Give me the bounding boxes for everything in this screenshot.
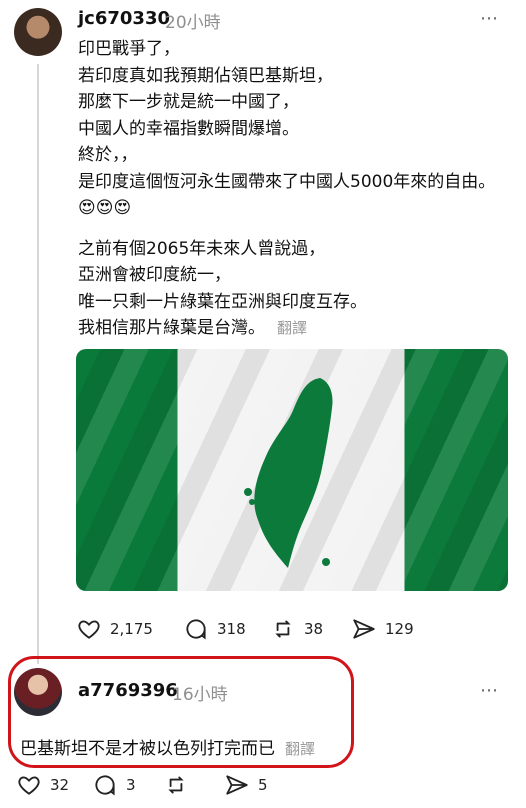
reply-time: 16小時: [172, 685, 228, 705]
post-translate-link[interactable]: 翻譯: [277, 319, 307, 337]
reply-share-button[interactable]: 5: [224, 772, 268, 798]
post-share-count: 129: [385, 620, 414, 638]
post-repost-button[interactable]: 38: [270, 616, 323, 642]
share-icon: [226, 775, 248, 795]
reply-more-icon[interactable]: ⋯: [480, 680, 499, 701]
post-body: 印巴戰爭了， 若印度真如我預期佔領巴基斯坦， 那麼下一步就是統一中國了， 中國人…: [78, 36, 508, 342]
thread-line: [37, 64, 39, 664]
heart-icon: [78, 620, 100, 639]
post-like-button[interactable]: 2,175: [76, 616, 153, 642]
share-icon: [353, 619, 375, 639]
reply-share-count: 5: [258, 776, 268, 794]
post-username[interactable]: jc670330: [78, 8, 170, 29]
comment-icon: [95, 775, 115, 796]
reply-avatar[interactable]: [14, 668, 62, 716]
comment-icon: [186, 619, 206, 640]
reply-comment-button[interactable]: 3: [92, 772, 136, 798]
post-avatar[interactable]: [14, 8, 62, 56]
post-share-button[interactable]: 129: [351, 616, 414, 642]
reply-username[interactable]: a7769396: [78, 680, 178, 701]
post-paragraph-1: 印巴戰爭了， 若印度真如我預期佔領巴基斯坦， 那麼下一步就是統一中國了， 中國人…: [78, 39, 496, 218]
post-time: 20小時: [165, 13, 221, 33]
reply-body: 巴基斯坦不是才被以色列打完而已 翻譯: [20, 734, 315, 759]
post-comment-count: 318: [217, 620, 246, 638]
reply-like-button[interactable]: 32: [16, 772, 69, 798]
reply-like-count: 32: [50, 776, 70, 794]
reply-text: 巴基斯坦不是才被以色列打完而已: [20, 739, 275, 759]
taiwan-shape-image: [244, 378, 333, 568]
post-paragraph-2: 之前有個2065年未來人曾說過， 亞洲會被印度統一， 唯一只剩一片綠葉在亞洲與印…: [78, 238, 367, 339]
post-more-icon[interactable]: ⋯: [480, 8, 499, 29]
heart-icon: [18, 776, 40, 795]
repost-icon: [168, 776, 184, 794]
reply-comment-count: 3: [126, 776, 136, 794]
reply-repost-button[interactable]: [163, 772, 189, 798]
reply-translate-link[interactable]: 翻譯: [285, 740, 315, 758]
post-comment-button[interactable]: 318: [183, 616, 246, 642]
repost-icon: [275, 620, 291, 638]
post-like-count: 2,175: [110, 620, 153, 638]
post-repost-count: 38: [304, 620, 324, 638]
